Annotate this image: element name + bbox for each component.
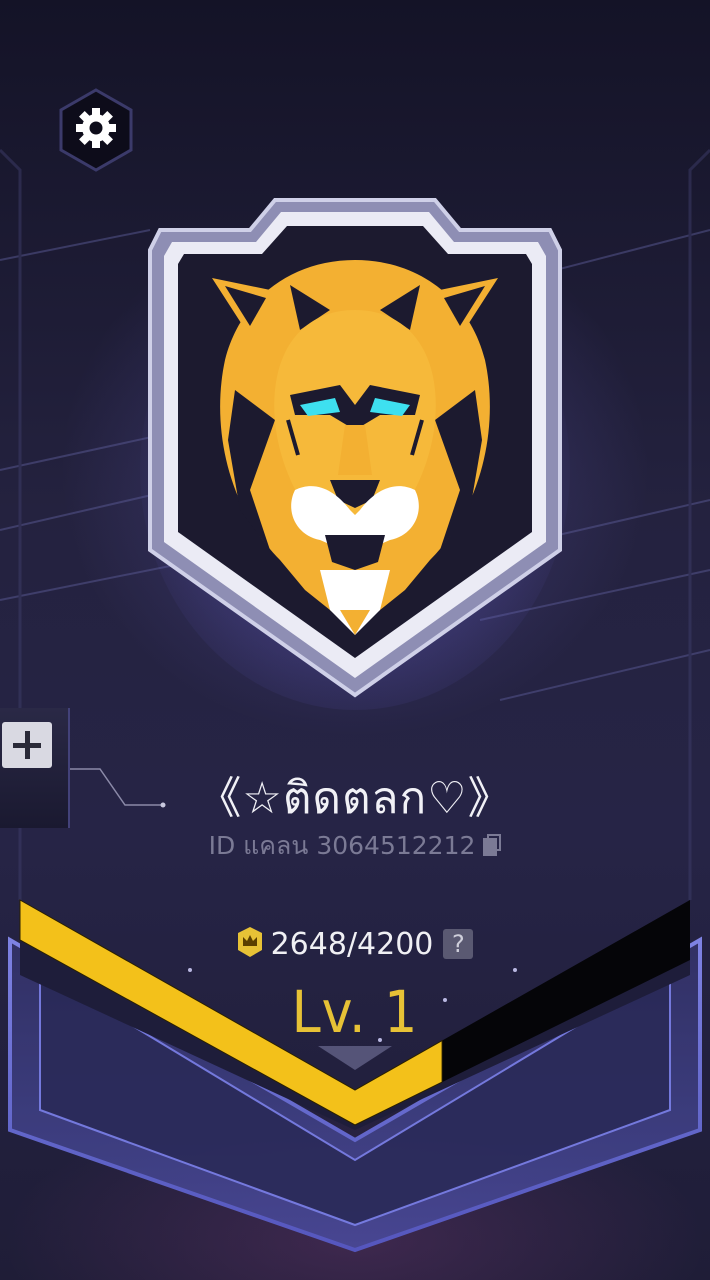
clan-id-text: ID แคลน 3064512212 <box>208 831 476 860</box>
xp-row: 2648/4200? <box>0 926 710 962</box>
chevron-down-icon <box>318 1046 392 1070</box>
settings-button[interactable] <box>58 88 134 172</box>
copy-icon[interactable] <box>483 834 502 856</box>
clan-emblem <box>140 198 570 710</box>
gear-icon <box>76 108 116 148</box>
clan-name: 《☆ติดตลก♡》 <box>197 773 513 824</box>
help-icon[interactable]: ? <box>443 929 474 959</box>
clan-id-row: ID แคลน 3064512212 <box>0 826 710 866</box>
xp-value: 2648/4200 <box>270 927 434 962</box>
crown-icon <box>237 927 262 957</box>
level-label: Lv. 1 <box>291 978 419 1046</box>
